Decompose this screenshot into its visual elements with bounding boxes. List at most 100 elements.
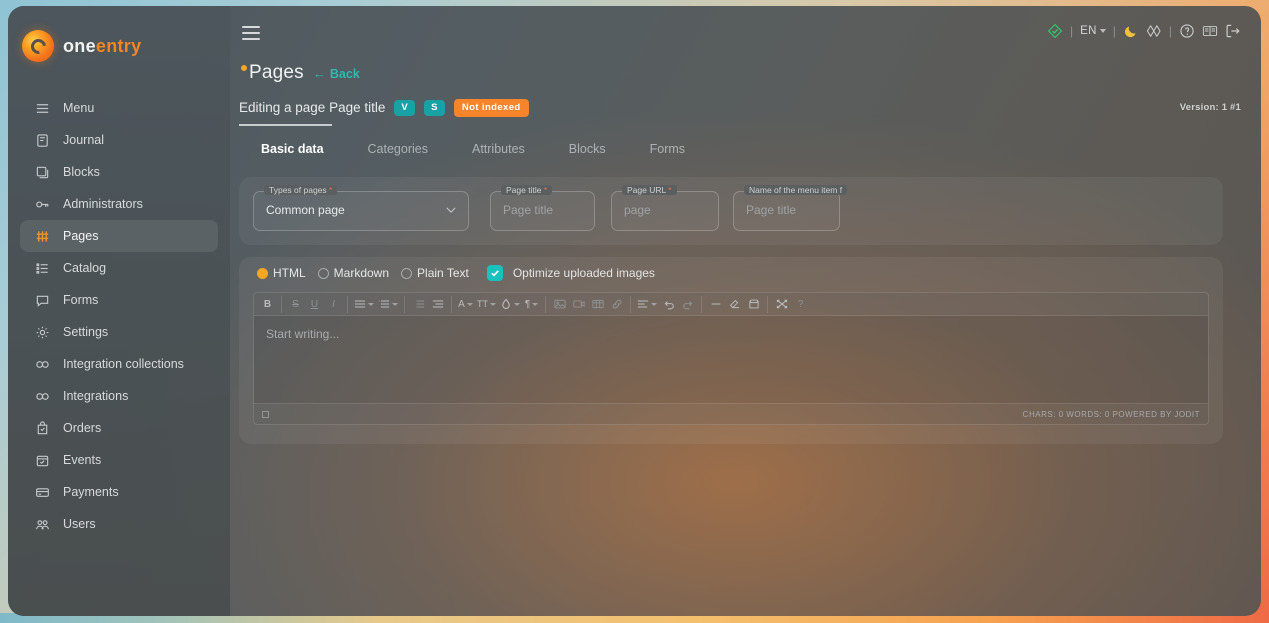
editor-status-bar: CHARS: 0 WORDS: 0 POWERED BY JODIT (254, 403, 1208, 424)
sidebar-item-integration-collections[interactable]: Integration collections (20, 348, 218, 380)
types-of-pages-select[interactable]: Types of pages * Common page (253, 191, 469, 231)
align-icon[interactable] (635, 295, 659, 314)
insert-link-icon[interactable] (607, 295, 626, 314)
sidebar-item-users[interactable]: Users (20, 508, 218, 540)
resize-grip-icon[interactable] (262, 411, 269, 418)
sidebar-item-label: Menu (63, 101, 94, 115)
sidebar-item-catalog[interactable]: Catalog (20, 252, 218, 284)
sidebar-item-orders[interactable]: Orders (20, 412, 218, 444)
brand-name: oneentry (63, 36, 141, 57)
header-separator: | (1070, 24, 1073, 38)
toolbar-divider (630, 296, 631, 313)
optimize-images-checkbox[interactable]: Optimize uploaded images (487, 265, 655, 281)
moon-icon[interactable] (1123, 23, 1139, 39)
horizontal-rule-icon[interactable] (706, 295, 725, 314)
subtitle-row: Editing a page Page title V S Not indexe… (239, 99, 1241, 117)
jodit-editor: B S U I A TT ¶ (253, 292, 1209, 425)
tab-basic-data[interactable]: Basic data (239, 134, 346, 164)
insert-image-icon[interactable] (550, 295, 569, 314)
book-icon[interactable] (1202, 23, 1218, 39)
indent-icon[interactable] (428, 295, 447, 314)
hamburger-icon[interactable] (242, 26, 260, 40)
sidebar-item-administrators[interactable]: Administrators (20, 188, 218, 220)
radio-label: Markdown (334, 266, 389, 280)
menu-item-name-placeholder: Page title (746, 203, 796, 217)
question-circle-icon[interactable] (1179, 23, 1195, 39)
radio-markdown[interactable]: Markdown (318, 266, 389, 280)
sidebar-item-label: Administrators (63, 197, 143, 211)
brand-logo[interactable]: oneentry (8, 20, 230, 66)
radio-label: HTML (273, 266, 306, 280)
tab-categories[interactable]: Categories (346, 134, 450, 164)
page-title-input[interactable]: Page title * Page title (490, 191, 595, 231)
radio-html[interactable]: HTML (257, 266, 306, 280)
font-size-icon[interactable]: TT (475, 295, 498, 314)
ordered-list-icon[interactable] (376, 295, 400, 314)
header-separator: | (1169, 24, 1172, 38)
header-separator: | (1113, 24, 1116, 38)
brand-name-part1: one (63, 36, 96, 56)
catalog-list-icon (34, 260, 50, 276)
status-badge[interactable]: V (394, 100, 415, 116)
payments-card-icon (34, 484, 50, 500)
sidebar-item-payments[interactable]: Payments (20, 476, 218, 508)
toolbar-divider (281, 296, 282, 313)
text-color-icon[interactable] (498, 295, 522, 314)
outdent-icon[interactable] (409, 295, 428, 314)
eraser-icon[interactable] (725, 295, 744, 314)
header-tools: | EN | | (1047, 23, 1241, 39)
gear-icon (34, 324, 50, 340)
page-title: Pages (239, 62, 304, 84)
status-badge-not-indexed[interactable]: Not indexed (454, 99, 529, 117)
logout-icon[interactable] (1225, 23, 1241, 39)
undo-icon[interactable] (659, 295, 678, 314)
sidebar-item-journal[interactable]: Journal (20, 124, 218, 156)
radio-plain-text[interactable]: Plain Text (401, 266, 469, 280)
underline-icon[interactable]: U (305, 295, 324, 314)
insert-video-icon[interactable] (569, 295, 588, 314)
types-of-pages-value: Common page (266, 203, 345, 217)
sidebar-item-label: Events (63, 453, 101, 467)
paste-icon[interactable] (744, 295, 763, 314)
insert-table-icon[interactable] (588, 295, 607, 314)
sidebar-item-forms[interactable]: Forms (20, 284, 218, 316)
toolbar-divider (701, 296, 702, 313)
fullscreen-icon[interactable] (772, 295, 791, 314)
sidebar-item-pages[interactable]: Pages (20, 220, 218, 252)
redo-icon[interactable] (678, 295, 697, 314)
chevron-down-icon (1100, 29, 1106, 33)
tab-attributes[interactable]: Attributes (450, 134, 547, 164)
key-icon (34, 196, 50, 212)
page-url-input[interactable]: Page URL * page (611, 191, 719, 231)
diamond-gem-icon[interactable] (1146, 23, 1162, 39)
status-badge[interactable]: S (424, 100, 445, 116)
editor-content-area[interactable]: Start writing... (254, 316, 1208, 403)
green-check-diamond-icon[interactable] (1047, 23, 1063, 39)
unordered-list-icon[interactable] (352, 295, 376, 314)
tab-bar: Basic data Categories Attributes Blocks … (239, 134, 707, 164)
forms-chat-icon (34, 292, 50, 308)
strikethrough-icon[interactable]: S (286, 295, 305, 314)
sidebar-item-events[interactable]: Events (20, 444, 218, 476)
bold-icon[interactable]: B (258, 295, 277, 314)
sidebar-item-menu[interactable]: Menu (20, 92, 218, 124)
radio-indicator-icon (318, 268, 329, 279)
sidebar-item-blocks[interactable]: Blocks (20, 156, 218, 188)
sidebar-item-label: Pages (63, 229, 98, 243)
oneentry-circle-logo-icon (22, 30, 54, 62)
italic-icon[interactable]: I (324, 295, 343, 314)
paragraph-style-icon[interactable]: ¶ (522, 295, 541, 314)
tab-blocks[interactable]: Blocks (547, 134, 628, 164)
font-family-icon[interactable]: A (456, 295, 475, 314)
back-link[interactable]: ← Back (313, 66, 360, 84)
help-icon[interactable]: ? (791, 295, 810, 314)
menu-item-name-input[interactable]: Name of the menu item f Page title (733, 191, 840, 231)
integration-collections-icon (34, 356, 50, 372)
tab-forms[interactable]: Forms (628, 134, 707, 164)
basic-fields-card: Types of pages * Common page Page title … (239, 177, 1223, 245)
language-selector[interactable]: EN (1080, 25, 1106, 37)
sidebar-item-label: Settings (63, 325, 108, 339)
sidebar-item-settings[interactable]: Settings (20, 316, 218, 348)
sidebar-item-integrations[interactable]: Integrations (20, 380, 218, 412)
toolbar-divider (545, 296, 546, 313)
